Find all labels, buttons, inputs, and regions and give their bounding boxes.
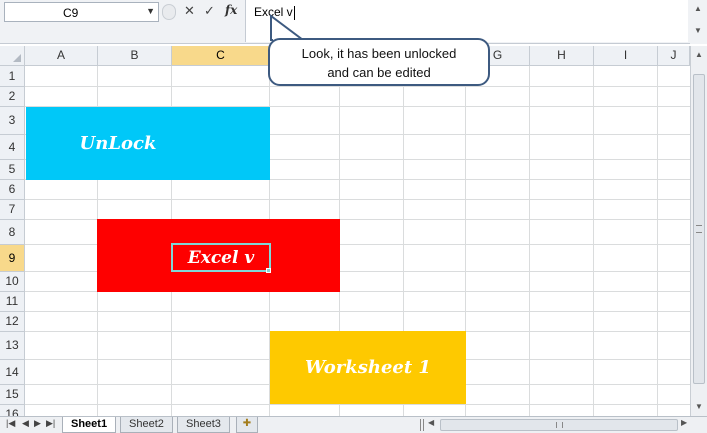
gridline: [25, 311, 690, 312]
vertical-scrollbar[interactable]: ▲ ▼: [690, 46, 707, 416]
row-header-7[interactable]: 7: [0, 200, 25, 220]
worksheet-grid[interactable]: A B C D E F G H I J 1 2 3 4 5 6 7 8 9 10…: [0, 46, 690, 416]
row-header-3[interactable]: 3: [0, 107, 25, 135]
column-header-h[interactable]: H: [530, 46, 594, 66]
gridline: [529, 66, 530, 416]
insert-sheet-icon[interactable]: ✚: [236, 417, 258, 433]
column-header-i[interactable]: I: [594, 46, 658, 66]
gridline: [25, 199, 690, 200]
row-header-4[interactable]: 4: [0, 135, 25, 160]
unlock-cell-text: UnLock: [79, 133, 157, 154]
tab-splitter-handle[interactable]: [420, 419, 424, 431]
scroll-down-icon[interactable]: ▼: [694, 26, 702, 35]
row-header-8[interactable]: 8: [0, 220, 25, 245]
chevron-down-icon[interactable]: ▼: [146, 6, 155, 16]
enter-icon[interactable]: ✓: [204, 3, 215, 19]
unlock-cell-block[interactable]: UnLock: [26, 107, 270, 180]
scroll-up-icon[interactable]: ▲: [695, 50, 703, 59]
formula-bar-resize-handle[interactable]: [162, 4, 176, 20]
cancel-icon[interactable]: ✕: [184, 3, 195, 19]
active-cell-text: Excel v: [187, 247, 255, 268]
row-header-12[interactable]: 12: [0, 312, 25, 332]
grip-icon: [556, 422, 563, 428]
scroll-down-icon[interactable]: ▼: [695, 402, 703, 411]
callout-line-1: Look, it has been unlocked: [301, 46, 457, 61]
next-sheet-icon[interactable]: ▶: [34, 418, 41, 429]
row-header-5[interactable]: 5: [0, 160, 25, 180]
sheet-tab-sheet2[interactable]: Sheet2: [120, 417, 173, 433]
formula-input[interactable]: Excel v: [245, 0, 688, 42]
gridline: [25, 404, 690, 405]
fill-handle[interactable]: [266, 268, 271, 273]
row-header-11[interactable]: 11: [0, 292, 25, 312]
last-sheet-icon[interactable]: ▶|: [46, 418, 55, 429]
column-header-c[interactable]: C: [172, 46, 270, 66]
row-header-14[interactable]: 14: [0, 360, 25, 385]
row-header-13[interactable]: 13: [0, 332, 25, 360]
row-header-9[interactable]: 9: [0, 245, 25, 272]
column-header-a[interactable]: A: [25, 46, 98, 66]
insert-function-icon[interactable]: fx: [225, 3, 237, 17]
column-header-b[interactable]: B: [98, 46, 172, 66]
gridline: [25, 86, 690, 87]
active-cell-c9[interactable]: Excel v: [171, 243, 271, 272]
worksheet-cell-text: Worksheet 1: [305, 357, 431, 378]
row-header-1[interactable]: 1: [0, 66, 25, 87]
callout-bubble: Look, it has been unlocked and can be ed…: [268, 38, 490, 86]
grip-icon: [696, 225, 702, 233]
first-sheet-icon[interactable]: |◀: [6, 418, 15, 429]
name-box[interactable]: C9 ▼: [4, 2, 159, 22]
sheet-tab-sheet3[interactable]: Sheet3: [177, 417, 230, 433]
gridline: [593, 66, 594, 416]
row-header-6[interactable]: 6: [0, 180, 25, 200]
scroll-up-icon[interactable]: ▲: [694, 4, 702, 13]
name-box-value: C9: [63, 6, 79, 20]
select-all-button[interactable]: [0, 46, 25, 66]
scroll-left-icon[interactable]: ◀: [428, 418, 434, 427]
sheet-tab-sheet1[interactable]: Sheet1: [62, 417, 117, 433]
horizontal-scroll-thumb[interactable]: [440, 419, 678, 431]
worksheet-cell-block[interactable]: Worksheet 1: [270, 331, 466, 404]
formula-bar-scroll[interactable]: ▲ ▼: [690, 0, 707, 44]
vertical-scroll-thumb[interactable]: [693, 74, 705, 384]
horizontal-scrollbar[interactable]: ◀ ▶: [428, 418, 690, 432]
scroll-right-icon[interactable]: ▶: [681, 418, 687, 427]
row-header-15[interactable]: 15: [0, 385, 25, 405]
gridline: [657, 66, 658, 416]
row-header-16[interactable]: 16: [0, 405, 25, 416]
row-header-10[interactable]: 10: [0, 272, 25, 292]
select-all-icon: [13, 54, 21, 62]
callout-line-2: and can be edited: [327, 65, 431, 80]
prev-sheet-icon[interactable]: ◀: [22, 418, 29, 429]
row-header-2[interactable]: 2: [0, 87, 25, 107]
sheet-tab-bar: |◀ ◀ ▶ ▶| Sheet1 Sheet2 Sheet3 ✚ ◀ ▶: [0, 416, 707, 433]
column-header-j[interactable]: J: [658, 46, 690, 66]
